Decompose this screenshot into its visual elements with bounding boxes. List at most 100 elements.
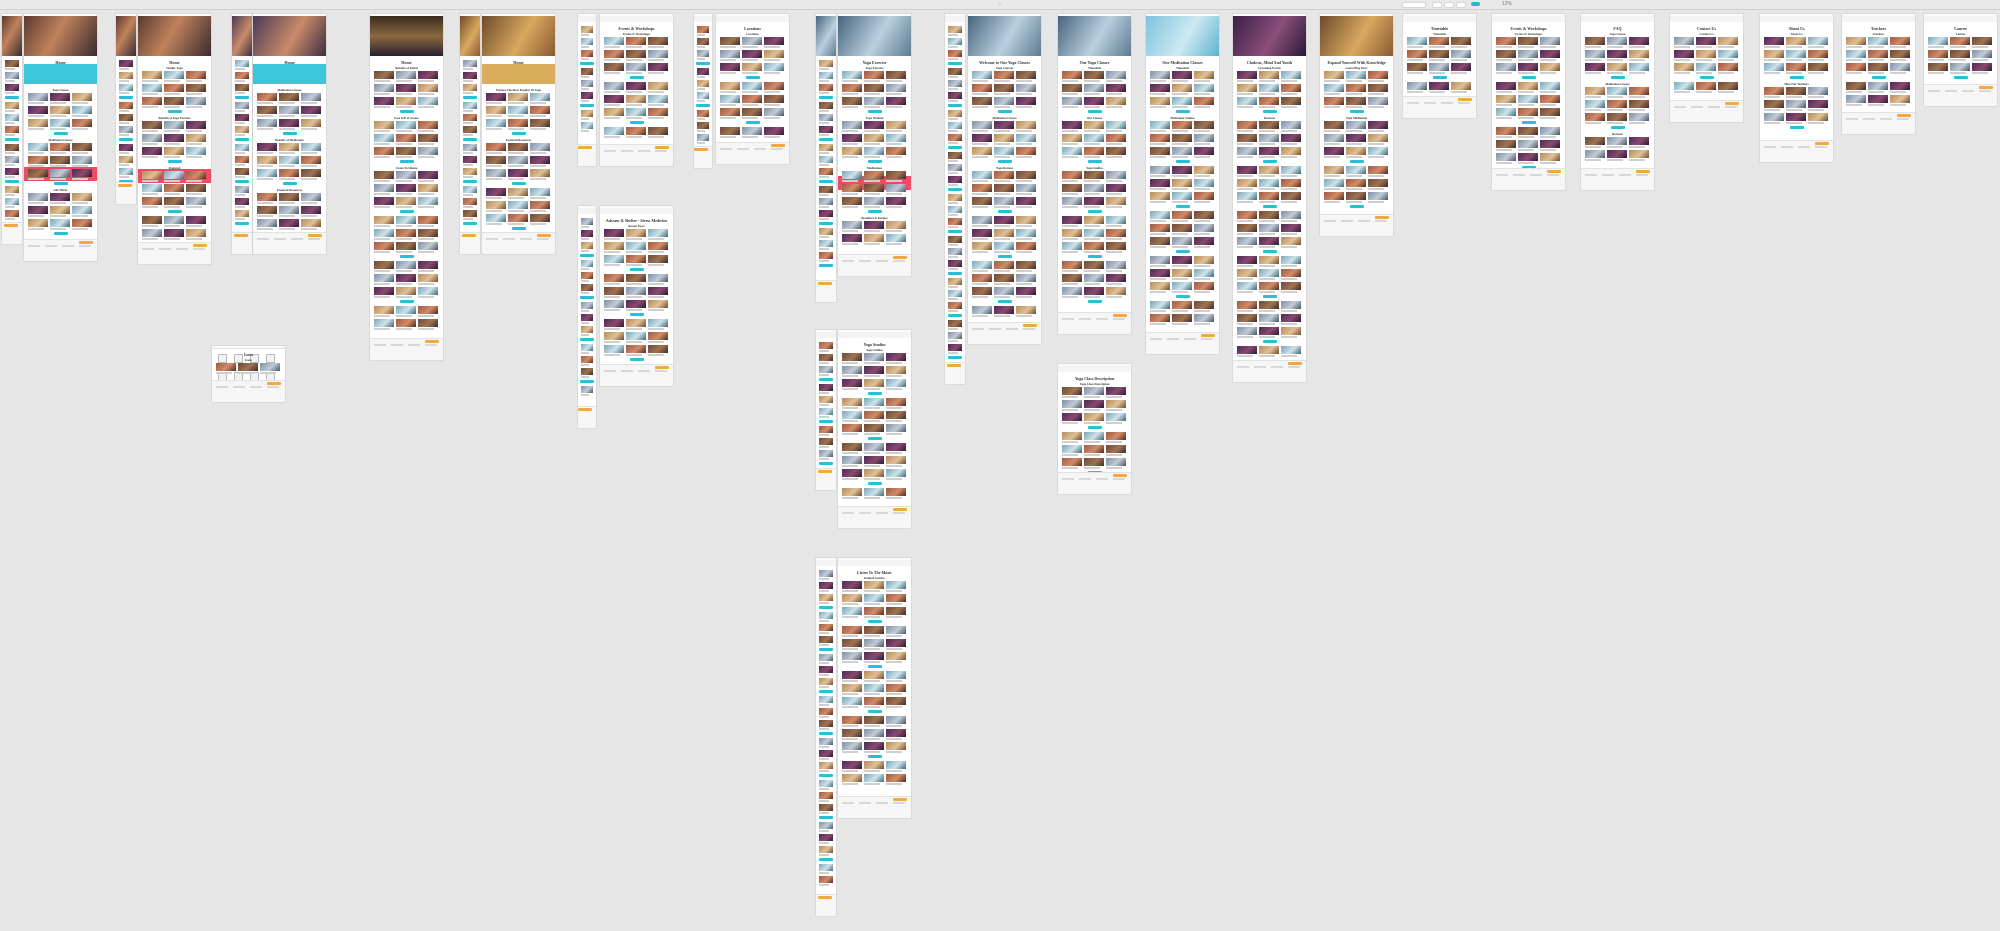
thumbnail-image[interactable] bbox=[396, 261, 416, 269]
thumbnail-image[interactable] bbox=[604, 319, 624, 327]
cta-button[interactable] bbox=[1349, 160, 1364, 163]
thumbnail-image[interactable] bbox=[186, 121, 206, 129]
cta-button[interactable] bbox=[580, 380, 594, 383]
thumbnail-image[interactable] bbox=[530, 188, 550, 196]
thumbnail-image[interactable] bbox=[864, 121, 884, 129]
thumbnail-image[interactable] bbox=[864, 456, 884, 464]
thumbnail-image[interactable] bbox=[1281, 301, 1301, 309]
thumbnail-image[interactable] bbox=[142, 71, 162, 79]
thumbnail-image[interactable] bbox=[972, 71, 992, 79]
thumbnail-image[interactable] bbox=[1150, 121, 1170, 129]
thumbnail-image[interactable] bbox=[530, 169, 550, 177]
cta-button[interactable] bbox=[629, 313, 644, 316]
thumbnail-image[interactable] bbox=[1259, 134, 1279, 142]
thumbnail-image[interactable] bbox=[1106, 432, 1126, 440]
thumbnail-image[interactable] bbox=[1764, 87, 1784, 95]
thumbnail-image[interactable] bbox=[1281, 237, 1301, 245]
thumbnail-image[interactable] bbox=[1324, 134, 1344, 142]
thumbnail-image[interactable] bbox=[486, 143, 506, 151]
thumbnail-image[interactable] bbox=[948, 26, 962, 33]
thumbnail-image[interactable] bbox=[1281, 269, 1301, 277]
thumbnail-image[interactable] bbox=[186, 134, 206, 142]
subscribe-button[interactable] bbox=[1979, 86, 1993, 89]
thumbnail-image[interactable] bbox=[1496, 127, 1516, 135]
thumbnail-image[interactable] bbox=[1928, 37, 1948, 45]
thumbnail-image[interactable] bbox=[972, 197, 992, 205]
thumbnail-image[interactable] bbox=[1062, 413, 1082, 421]
thumbnail-image[interactable] bbox=[1016, 197, 1036, 205]
thumbnail-image[interactable] bbox=[697, 50, 709, 57]
thumbnail-image[interactable] bbox=[164, 97, 184, 105]
thumbnail-image[interactable] bbox=[374, 171, 394, 179]
thumbnail-image[interactable] bbox=[864, 652, 884, 660]
cta-button[interactable] bbox=[282, 182, 297, 185]
thumbnail-image[interactable] bbox=[1259, 166, 1279, 174]
thumbnail-image[interactable] bbox=[1346, 134, 1366, 142]
thumbnail-image[interactable] bbox=[72, 156, 92, 164]
thumbnail-image[interactable] bbox=[418, 71, 438, 79]
thumbnail-image[interactable] bbox=[842, 221, 862, 229]
artboard-home-mobile[interactable] bbox=[2, 14, 22, 244]
thumbnail-image[interactable] bbox=[886, 716, 906, 724]
thumbnail-image[interactable] bbox=[1237, 301, 1257, 309]
thumbnail-image[interactable] bbox=[819, 792, 833, 799]
thumbnail-image[interactable] bbox=[1281, 166, 1301, 174]
thumbnail-image[interactable] bbox=[720, 82, 740, 90]
thumbnail-image[interactable] bbox=[1496, 153, 1516, 161]
thumbnail-image[interactable] bbox=[1194, 192, 1214, 200]
thumbnail-image[interactable] bbox=[1106, 413, 1126, 421]
thumbnail-image[interactable] bbox=[1629, 137, 1649, 145]
thumbnail-image[interactable] bbox=[164, 229, 184, 237]
thumbnail-image[interactable] bbox=[216, 363, 236, 371]
thumbnail-image[interactable] bbox=[374, 71, 394, 79]
artboard-events[interactable] bbox=[578, 14, 596, 166]
thumbnail-image[interactable] bbox=[948, 320, 962, 327]
thumbnail-image[interactable] bbox=[508, 169, 528, 177]
thumbnail-image[interactable] bbox=[1540, 127, 1560, 135]
thumbnail-image[interactable] bbox=[1346, 71, 1366, 79]
thumbnail-image[interactable] bbox=[1016, 134, 1036, 142]
thumbnail-image[interactable] bbox=[1281, 134, 1301, 142]
thumbnail-image[interactable] bbox=[819, 666, 833, 673]
thumbnail-image[interactable] bbox=[530, 201, 550, 209]
thumbnail-image[interactable] bbox=[886, 594, 906, 602]
thumbnail-image[interactable] bbox=[1696, 82, 1716, 90]
thumbnail-image[interactable] bbox=[1237, 327, 1257, 335]
thumbnail-image[interactable] bbox=[1062, 216, 1082, 224]
thumbnail-image[interactable] bbox=[604, 229, 624, 237]
cta-button[interactable] bbox=[819, 858, 833, 861]
thumbnail-image[interactable] bbox=[374, 197, 394, 205]
thumbnail-image[interactable] bbox=[581, 260, 593, 267]
thumbnail-image[interactable] bbox=[626, 229, 646, 237]
thumbnail-image[interactable] bbox=[1106, 261, 1126, 269]
cta-button[interactable] bbox=[1087, 300, 1102, 303]
artboard-timetable[interactable]: Timetable Timetable bbox=[1403, 14, 1476, 118]
thumbnail-image[interactable] bbox=[260, 363, 280, 371]
artboard-yoga-class-desc[interactable]: Yoga Class Description Yoga Class Descrip… bbox=[1058, 364, 1131, 494]
thumbnail-image[interactable] bbox=[994, 261, 1014, 269]
thumbnail-image[interactable] bbox=[581, 302, 593, 309]
thumbnail-image[interactable] bbox=[1237, 134, 1257, 142]
thumbnail-image[interactable] bbox=[1629, 87, 1649, 95]
thumbnail-image[interactable] bbox=[1281, 327, 1301, 335]
cta-button[interactable] bbox=[399, 160, 414, 163]
thumbnail-image[interactable] bbox=[948, 332, 962, 339]
thumbnail-image[interactable] bbox=[374, 134, 394, 142]
thumbnail-image[interactable] bbox=[1518, 82, 1538, 90]
cta-button[interactable] bbox=[819, 462, 833, 465]
thumbnail-image[interactable] bbox=[972, 229, 992, 237]
thumbnail-image[interactable] bbox=[1540, 108, 1560, 116]
thumbnail-image[interactable] bbox=[72, 169, 92, 177]
thumbnail-image[interactable] bbox=[697, 122, 709, 129]
thumbnail-image[interactable] bbox=[842, 424, 862, 432]
thumbnail-image[interactable] bbox=[581, 356, 593, 363]
cta-button[interactable] bbox=[511, 182, 526, 185]
thumbnail-image[interactable] bbox=[1585, 37, 1605, 45]
thumbnail-image[interactable] bbox=[50, 156, 70, 164]
thumbnail-image[interactable] bbox=[742, 37, 762, 45]
thumbnail-image[interactable] bbox=[842, 71, 862, 79]
cta-button[interactable] bbox=[819, 378, 833, 381]
thumbnail-image[interactable] bbox=[1106, 97, 1126, 105]
thumbnail-image[interactable] bbox=[1696, 50, 1716, 58]
thumbnail-image[interactable] bbox=[819, 624, 833, 631]
